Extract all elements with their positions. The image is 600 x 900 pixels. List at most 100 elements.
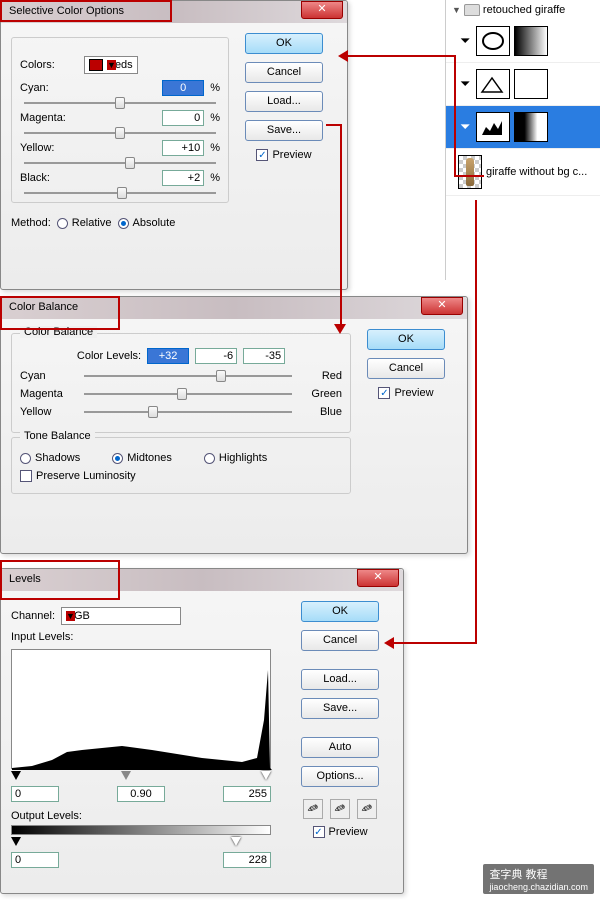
arrowhead-icon [338,50,348,62]
black-slider[interactable] [24,192,216,194]
shadows-radio[interactable]: Shadows [20,452,80,464]
cancel-button[interactable]: Cancel [367,358,445,379]
folder-name: retouched giraffe [483,4,565,16]
dialog-title: Levels [9,573,41,585]
group-legend: Color Balance [20,326,97,338]
gray-eyedropper-icon[interactable] [330,799,350,819]
preview-checkbox[interactable]: ✓Preview [378,387,433,399]
link-icon: ⏷ [460,33,470,49]
watermark: 查字典 教程 jiaocheng.chazidian.com [483,864,594,894]
adjustment-thumb [476,69,510,99]
input-gamma[interactable] [117,786,165,802]
histogram [11,649,271,769]
highlights-radio[interactable]: Highlights [204,452,267,464]
adjustment-thumb [476,26,510,56]
titlebar[interactable]: Selective Color Options ✕ [1,1,347,23]
black-point-handle[interactable] [11,771,21,780]
annotation-arrow [340,124,342,326]
white-point-handle[interactable] [261,771,271,780]
cyan-input[interactable] [162,80,204,96]
colors-select[interactable]: Reds ▼ [84,56,138,74]
mask-thumb [514,112,548,142]
level3-input[interactable] [243,348,285,364]
cyan-red-slider[interactable] [84,375,292,377]
black-label: Black: [20,172,78,184]
dialog-title: Color Balance [9,301,78,313]
annotation-arrow [346,55,454,57]
ok-button[interactable]: OK [367,329,445,350]
magenta-slider[interactable] [24,132,216,134]
yellow-blue-slider[interactable] [84,411,292,413]
arrowhead-icon [384,637,394,649]
cancel-button[interactable]: Cancel [245,62,323,83]
input-white[interactable] [223,786,271,802]
absolute-radio[interactable]: Absolute [118,217,176,229]
annotation-arrow [454,55,456,175]
layer-giraffe[interactable]: giraffe without bg c... [446,149,600,196]
disclosure-triangle-icon[interactable]: ▼ [452,5,461,15]
output-white[interactable] [223,852,271,868]
group-legend: Tone Balance [20,430,95,442]
color-balance-dialog: Color Balance ✕ Color Balance Color Leve… [0,296,468,554]
preview-checkbox[interactable]: ✓Preview [313,826,368,838]
close-icon[interactable]: ✕ [421,297,463,315]
yellow-slider[interactable] [24,162,216,164]
close-icon[interactable]: ✕ [357,569,399,587]
save-button[interactable]: Save... [245,120,323,141]
folder-icon [464,4,480,16]
auto-button[interactable]: Auto [301,737,379,758]
layer-curves[interactable]: ⏷ [446,63,600,106]
layer-levels-selected[interactable]: ⏷ [446,106,600,149]
output-black[interactable] [11,852,59,868]
folder-row[interactable]: ▼ retouched giraffe [446,0,600,20]
cyan-label: Cyan: [20,82,78,94]
load-button[interactable]: Load... [245,91,323,112]
options-button[interactable]: Options... [301,766,379,787]
gray-point-handle[interactable] [121,771,131,780]
load-button[interactable]: Load... [301,669,379,690]
input-black[interactable] [11,786,59,802]
ok-button[interactable]: OK [245,33,323,54]
titlebar[interactable]: Levels ✕ [1,569,403,591]
pct: % [210,112,220,124]
preserve-luminosity-checkbox[interactable]: Preserve Luminosity [20,470,136,482]
black-eyedropper-icon[interactable] [303,799,323,819]
chevron-down-icon: ▼ [107,60,116,70]
magenta-label: Magenta: [20,112,78,124]
level1-input[interactable] [147,348,189,364]
dialog-title: Selective Color Options [9,5,124,17]
out-white-handle[interactable] [231,837,241,846]
pct: % [210,142,220,154]
yellow-input[interactable] [162,140,204,156]
mask-thumb [514,26,548,56]
annotation-arrow [326,124,340,126]
titlebar[interactable]: Color Balance ✕ [1,297,467,319]
levels-dialog: Levels ✕ Channel: RGB ▼ Input Levels: Ou… [0,568,404,894]
cyan-slider[interactable] [24,102,216,104]
annotation-arrow [392,642,477,644]
save-button[interactable]: Save... [301,698,379,719]
ok-button[interactable]: OK [301,601,379,622]
close-icon[interactable]: ✕ [301,1,343,19]
magenta-input[interactable] [162,110,204,126]
white-eyedropper-icon[interactable] [357,799,377,819]
annotation-arrow [475,200,477,642]
yellow-label: Yellow: [20,142,78,154]
layer-gradientmap[interactable]: ⏷ [446,20,600,63]
link-icon: ⏷ [460,119,470,135]
cancel-button[interactable]: Cancel [301,630,379,651]
arrowhead-icon [334,324,346,334]
magenta-green-slider[interactable] [84,393,292,395]
mask-thumb [514,69,548,99]
midtones-radio[interactable]: Midtones [112,452,172,464]
level2-input[interactable] [195,348,237,364]
black-input[interactable] [162,170,204,186]
preview-checkbox[interactable]: ✓Preview [256,149,311,161]
pct: % [210,172,220,184]
out-black-handle[interactable] [11,837,21,846]
channel-select[interactable]: RGB ▼ [61,607,181,625]
output-gradient[interactable] [11,825,271,835]
layers-panel: ▼ retouched giraffe ⏷ ⏷ ⏷ giraffe withou… [445,0,600,280]
annotation-arrow [454,175,484,177]
relative-radio[interactable]: Relative [57,217,112,229]
